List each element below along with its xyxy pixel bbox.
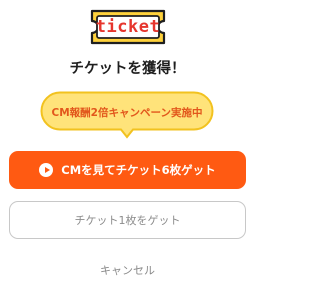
play-icon (39, 163, 54, 177)
campaign-bubble: CM報酬2倍キャンペーン実施中 (40, 91, 214, 139)
cancel-link[interactable]: キャンセル (0, 262, 255, 278)
ticket-logo: ticket (88, 7, 168, 47)
campaign-text: CM報酬2倍キャンペーン実施中 (51, 106, 203, 119)
watch-cm-button[interactable]: CMを見てチケット6枚ゲット (9, 151, 246, 189)
watch-cm-button-label: CMを見てチケット6枚ゲット (61, 163, 216, 177)
get-one-ticket-label: チケット1枚をゲット (74, 214, 181, 227)
get-one-ticket-button[interactable]: チケット1枚をゲット (9, 201, 246, 239)
ticket-logo-text: ticket (95, 17, 161, 37)
page-title: チケットを獲得！ (69, 61, 186, 77)
